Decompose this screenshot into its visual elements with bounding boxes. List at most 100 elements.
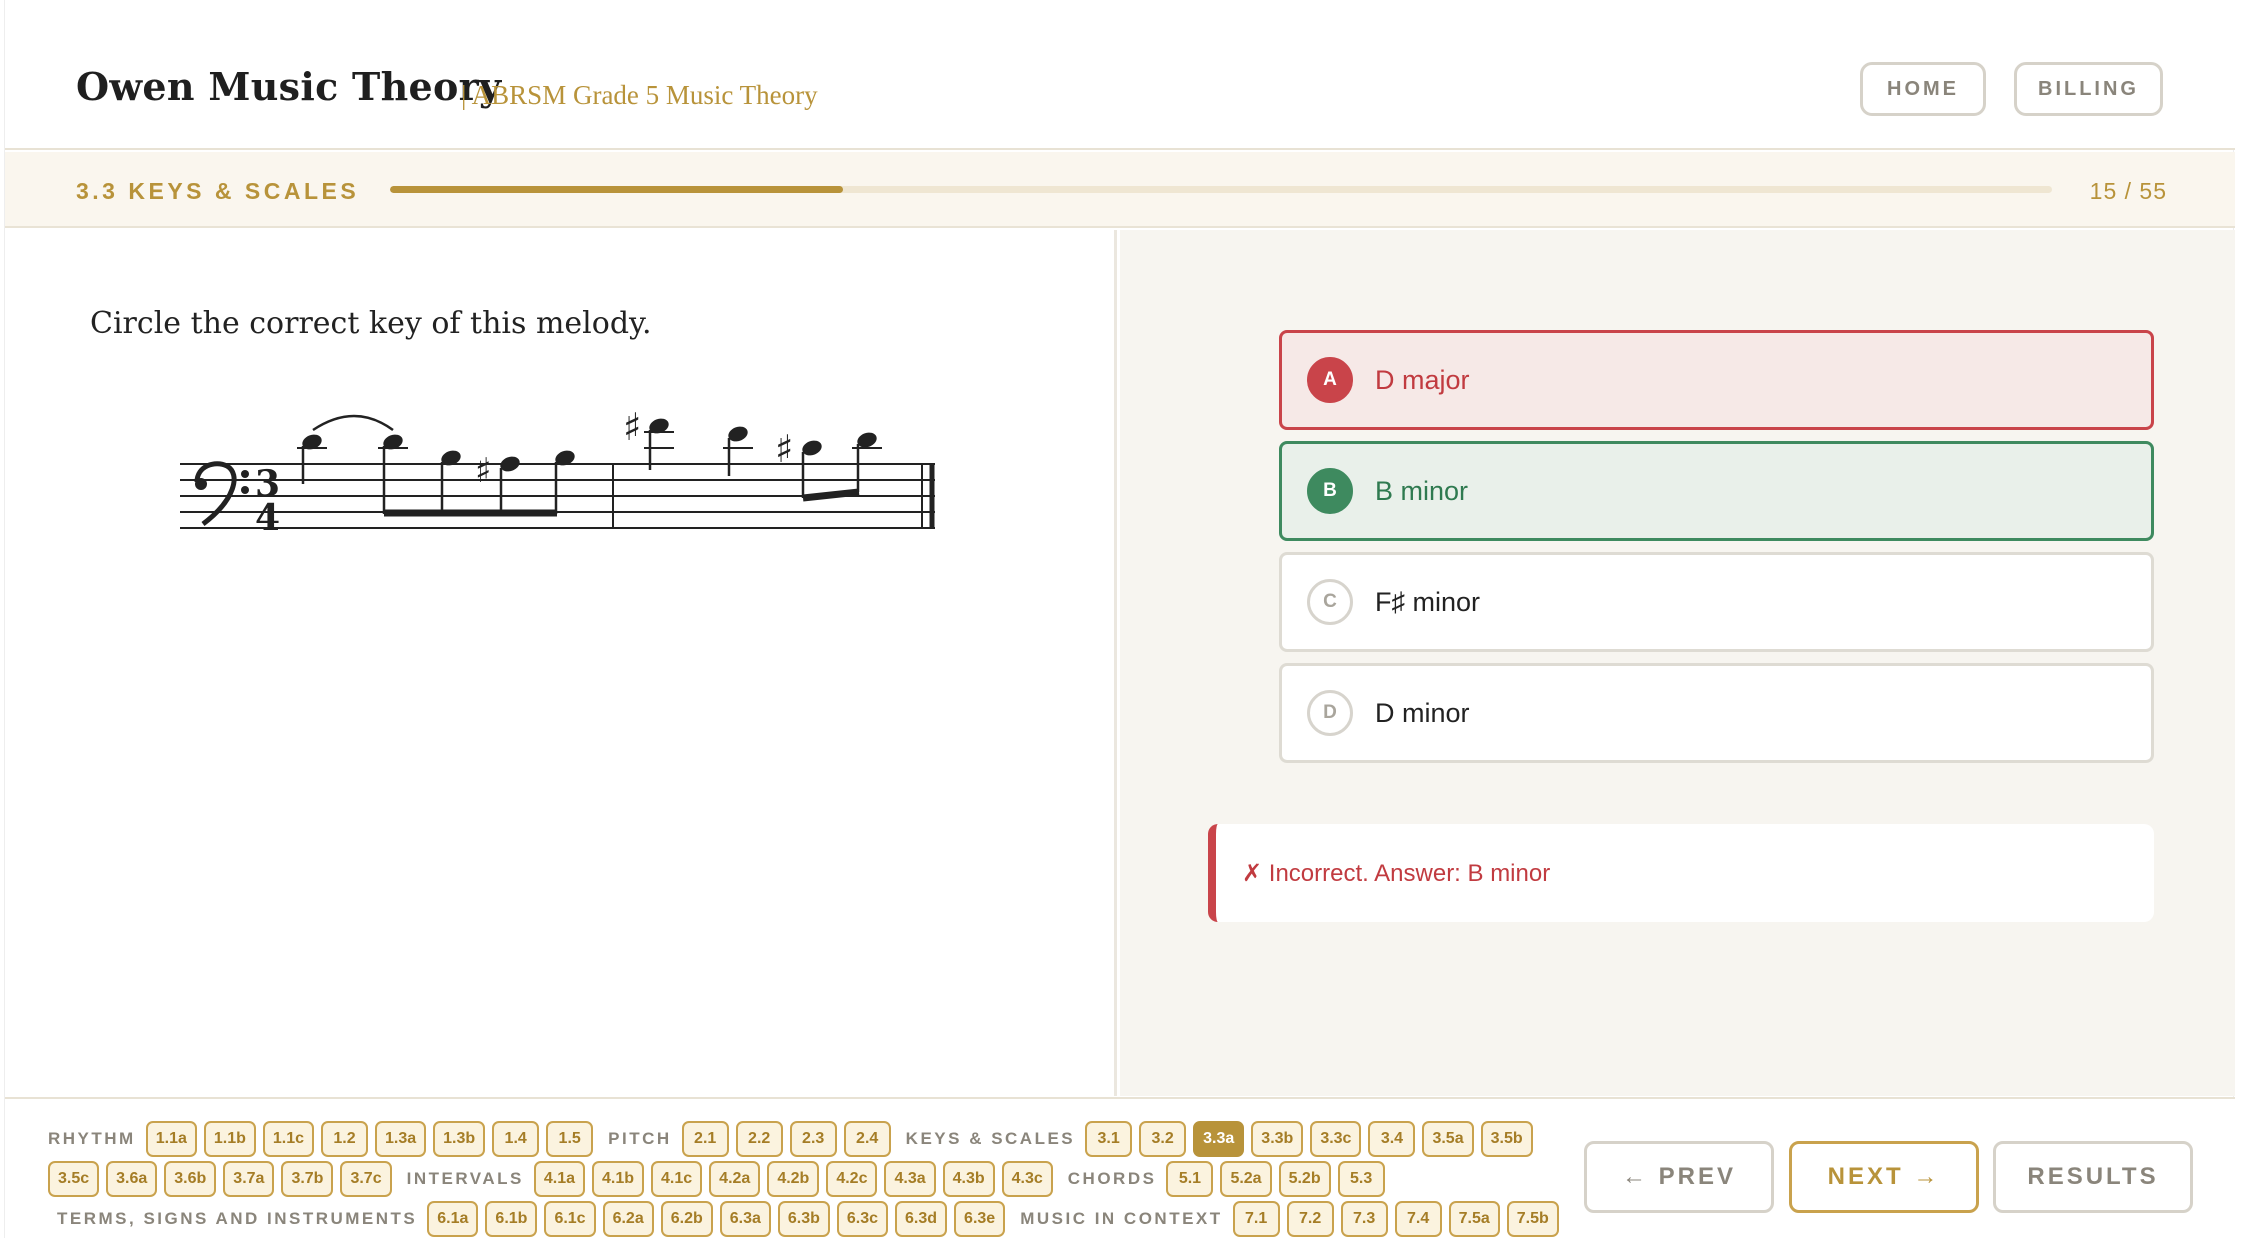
svg-text:4: 4 (255, 497, 280, 539)
section-chip[interactable]: 7.1 (1232, 1201, 1280, 1237)
bass-clef-icon (194, 461, 249, 526)
section-chip[interactable]: 6.3c (836, 1201, 889, 1237)
option-label: B minor (1375, 475, 1469, 506)
progress-strip: 3.3 KEYS & SCALES 15 / 55 (5, 152, 2235, 228)
section-chip[interactable]: 1.1b (203, 1121, 256, 1157)
section-chip[interactable]: 3.7b (281, 1161, 334, 1197)
prev-button[interactable]: ← PREV (1584, 1141, 1774, 1213)
option-label: D minor (1375, 697, 1470, 728)
section-chip[interactable]: 6.1a (427, 1201, 479, 1237)
progress-bar (390, 186, 2052, 193)
section-chip[interactable]: 3.3b (1251, 1121, 1304, 1157)
section-chip[interactable]: 3.5a (1422, 1121, 1474, 1157)
section-chip[interactable]: 2.4 (843, 1121, 891, 1157)
section-chip[interactable]: 2.3 (789, 1121, 837, 1157)
section-chip[interactable]: 6.2b (660, 1201, 713, 1237)
section-chip[interactable]: 4.2c (826, 1161, 878, 1197)
section-chip[interactable]: 5.2b (1278, 1161, 1331, 1197)
progress-fill (390, 186, 844, 193)
option-a[interactable]: A D major (1279, 330, 2154, 430)
next-button[interactable]: NEXT → (1789, 1141, 1979, 1213)
option-letter: D (1307, 690, 1353, 736)
section-chip[interactable]: 4.3a (884, 1161, 936, 1197)
section-chip[interactable]: 3.7c (340, 1161, 392, 1197)
section-chip[interactable]: 5.2a (1220, 1161, 1272, 1197)
section-chip[interactable]: 4.1b (592, 1161, 645, 1197)
section-chip[interactable]: 7.3 (1340, 1201, 1388, 1237)
section-chip[interactable]: 1.1c (262, 1121, 315, 1157)
section-chip[interactable]: 3.5b (1480, 1121, 1533, 1157)
nav-category-label: MUSIC IN CONTEXT (1020, 1209, 1223, 1228)
svg-text:♯: ♯ (775, 427, 793, 471)
section-chip[interactable]: 2.1 (681, 1121, 729, 1157)
section-chip[interactable]: 6.1b (485, 1201, 538, 1237)
section-chip[interactable]: 4.3b (942, 1161, 995, 1197)
svg-text:♯: ♯ (475, 451, 491, 491)
section-chip[interactable]: 3.1 (1085, 1121, 1133, 1157)
option-letter: C (1307, 579, 1353, 625)
option-label: D major (1375, 364, 1470, 395)
feedback-message: ✗ Incorrect. Answer: B minor (1208, 824, 2154, 922)
section-chip[interactable]: 3.2 (1139, 1121, 1187, 1157)
header: Owen Music Theory | ABRSM Grade 5 Music … (5, 0, 2235, 150)
nav-category-label: PITCH (608, 1129, 672, 1148)
sharp-icon: ♯ (775, 427, 793, 471)
section-chips-row: RHYTHM 1.1a 1.1b 1.1c 1.2 1.3a 1.3b 1.4 1.5 PITCH… (48, 1121, 1540, 1157)
bottom-nav: RHYTHM 1.1a 1.1b 1.1c 1.2 1.3a 1.3b 1.4 1.5 PITCH… (5, 1097, 2235, 1238)
section-chip[interactable]: 4.1a (533, 1161, 586, 1197)
section-chip[interactable]: 3.7a (223, 1161, 275, 1197)
section-chip[interactable]: 1.1a (145, 1121, 197, 1157)
section-chip[interactable]: 5.1 (1166, 1161, 1214, 1197)
section-chip[interactable]: 2.2 (735, 1121, 783, 1157)
brand-title[interactable]: Owen Music Theory (76, 64, 501, 109)
section-chip[interactable]: 7.4 (1394, 1201, 1442, 1237)
app: Owen Music Theory | ABRSM Grade 5 Music … (4, 0, 2235, 1238)
section-chip[interactable]: 7.5b (1506, 1201, 1559, 1237)
option-c[interactable]: C F♯ minor (1279, 552, 2154, 652)
section-chip[interactable]: 7.2 (1286, 1201, 1334, 1237)
section-chip[interactable]: 5.3 (1337, 1161, 1385, 1197)
sharp-icon: ♯ (475, 451, 491, 491)
option-d[interactable]: D D minor (1279, 663, 2154, 763)
section-chip[interactable]: 6.2a (602, 1201, 654, 1237)
section-chip[interactable]: 4.1c (651, 1161, 703, 1197)
section-chip[interactable]: 1.3a (375, 1121, 427, 1157)
section-chip[interactable]: 3.6a (106, 1161, 158, 1197)
section-chip[interactable]: 1.3b (433, 1121, 486, 1157)
section-chip[interactable]: 3.6b (164, 1161, 217, 1197)
section-chip[interactable]: 1.5 (546, 1121, 594, 1157)
section-chip[interactable]: 3.4 (1368, 1121, 1416, 1157)
nav-category-label: TERMS, SIGNS AND INSTRUMENTS (57, 1209, 418, 1228)
section-chip[interactable]: 4.2b (767, 1161, 820, 1197)
section-chip[interactable]: 6.3d (895, 1201, 948, 1237)
home-button[interactable]: HOME (1860, 62, 1986, 116)
question-panel: Circle the correct key of this melody. 3… (5, 230, 1117, 1096)
section-chips-row: 3.5c 3.6a 3.6b 3.7a 3.7b 3.7c INTERVALS 4.1a 4.1… (48, 1161, 1392, 1197)
nav-category-label: RHYTHM (48, 1129, 136, 1148)
music-score: 3 4 ♯ ♯ ♯ (180, 405, 935, 539)
section-label: 3.3 KEYS & SCALES (76, 178, 360, 204)
svg-text:♯: ♯ (623, 405, 641, 449)
nav-category-label: KEYS & SCALES (905, 1129, 1076, 1148)
option-b[interactable]: B B minor (1279, 441, 2154, 541)
section-chip[interactable]: 6.3b (777, 1201, 830, 1237)
section-chip[interactable]: 3.3c (1310, 1121, 1362, 1157)
option-label: F♯ minor (1375, 586, 1481, 617)
section-chip[interactable]: 7.5a (1448, 1201, 1500, 1237)
nav-category-label: CHORDS (1067, 1169, 1157, 1188)
section-chip[interactable]: 3.5c (48, 1161, 100, 1197)
section-chip[interactable]: 1.2 (321, 1121, 369, 1157)
section-chip[interactable]: 4.2a (709, 1161, 761, 1197)
sharp-icon: ♯ (623, 405, 641, 449)
section-chip[interactable]: 6.3a (719, 1201, 771, 1237)
results-button[interactable]: RESULTS (1993, 1141, 2193, 1213)
section-chip[interactable]: 6.3e (954, 1201, 1006, 1237)
course-subtitle: | ABRSM Grade 5 Music Theory (461, 80, 818, 110)
section-chip[interactable]: 1.4 (492, 1121, 540, 1157)
progress-count: 15 / 55 (2089, 178, 2167, 204)
section-chip[interactable]: 6.1c (544, 1201, 596, 1237)
section-chip[interactable]: 4.3c (1001, 1161, 1053, 1197)
section-chip[interactable]: 3.3a (1193, 1121, 1245, 1157)
billing-button[interactable]: BILLING (2014, 62, 2163, 116)
option-letter: B (1307, 468, 1353, 514)
